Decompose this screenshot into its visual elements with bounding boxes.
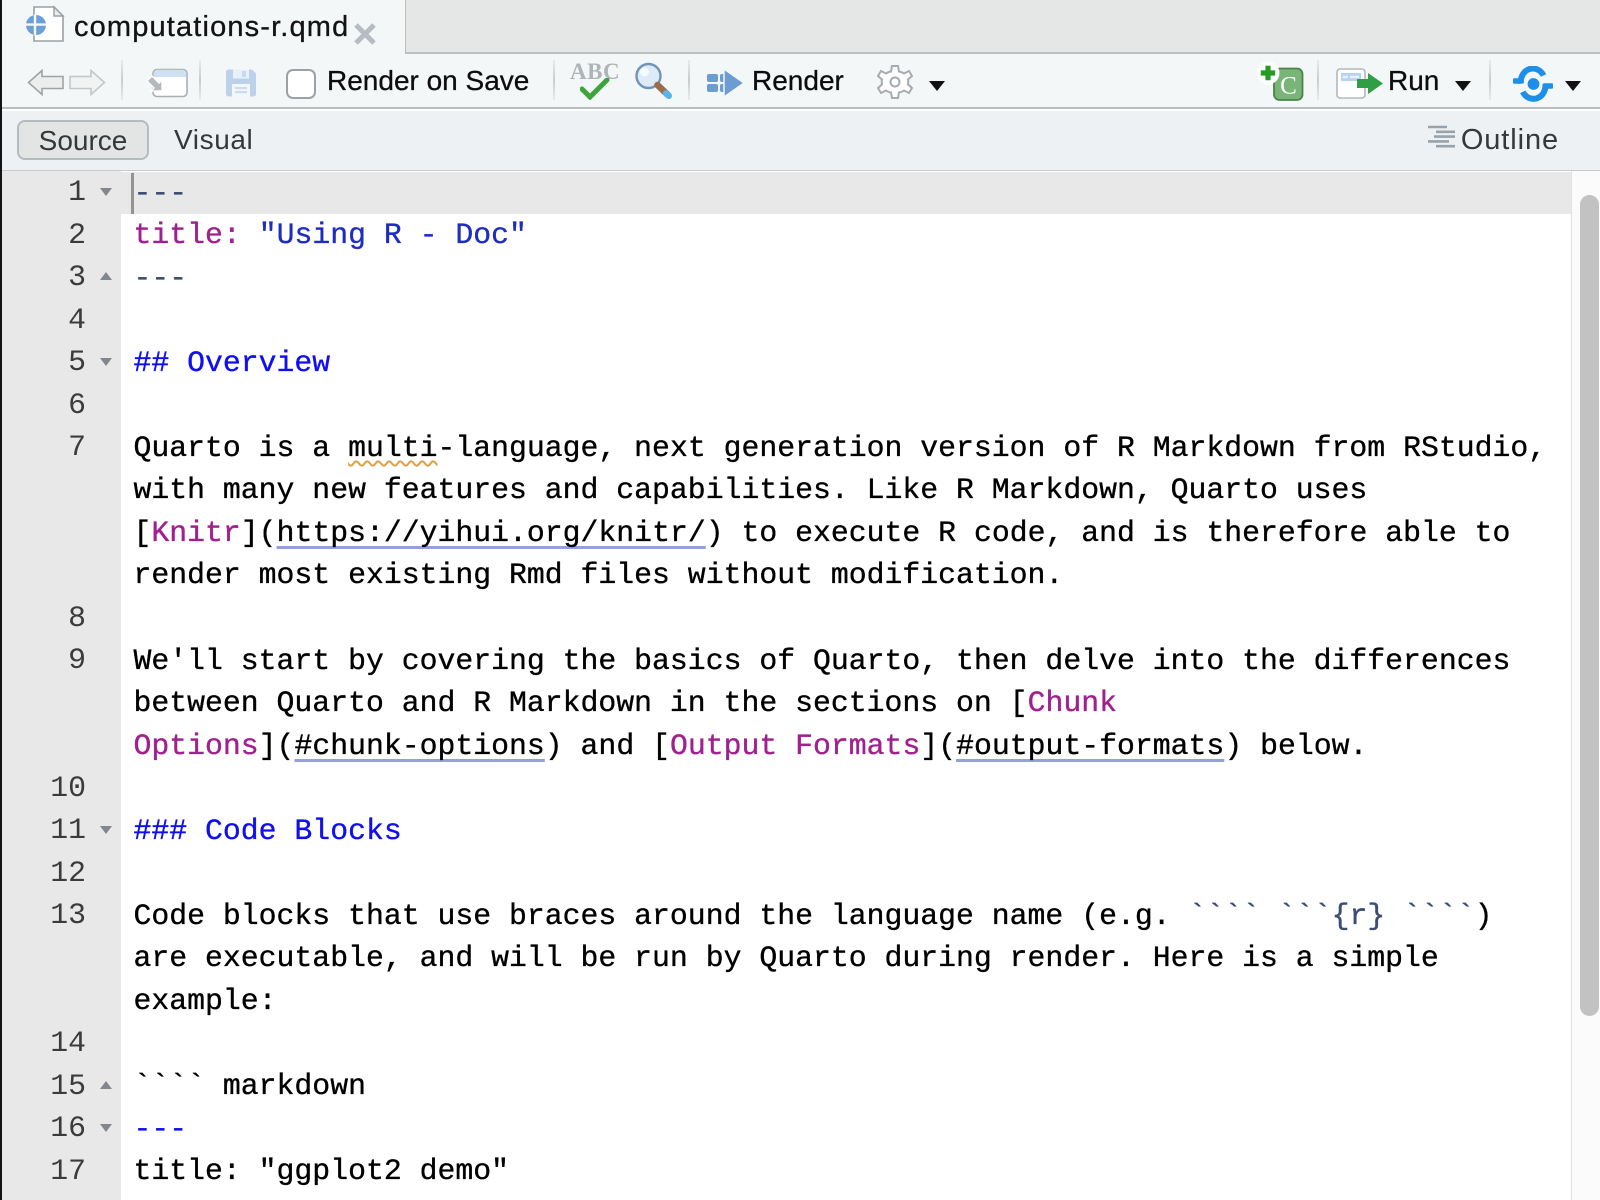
svg-text:C: C [1280,73,1297,100]
